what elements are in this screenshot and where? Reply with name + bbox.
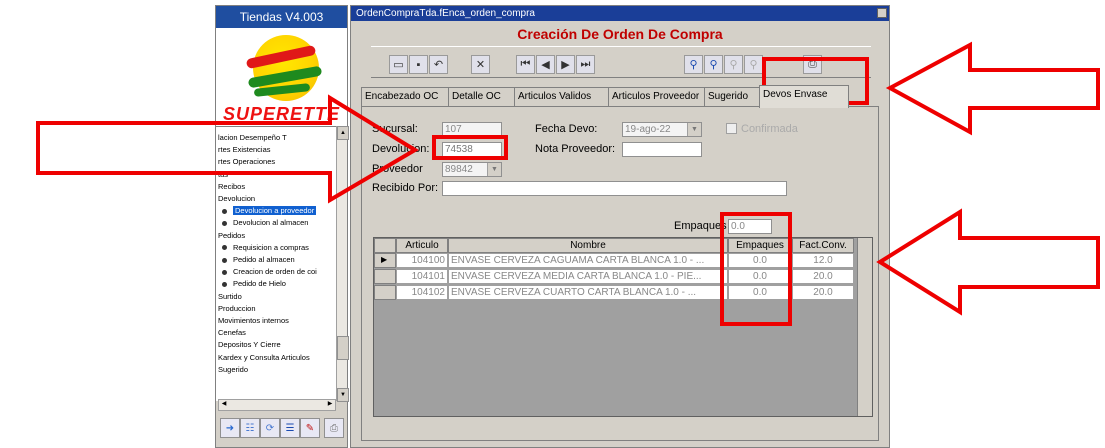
annotation-arrows — [36, 41, 1100, 316]
arrow-left-empaques — [876, 208, 1100, 316]
arrow-right-devolucion — [36, 94, 419, 204]
tab-devos-envase[interactable]: Devos Envase — [759, 85, 849, 108]
arrow-left-tab — [885, 41, 1100, 136]
